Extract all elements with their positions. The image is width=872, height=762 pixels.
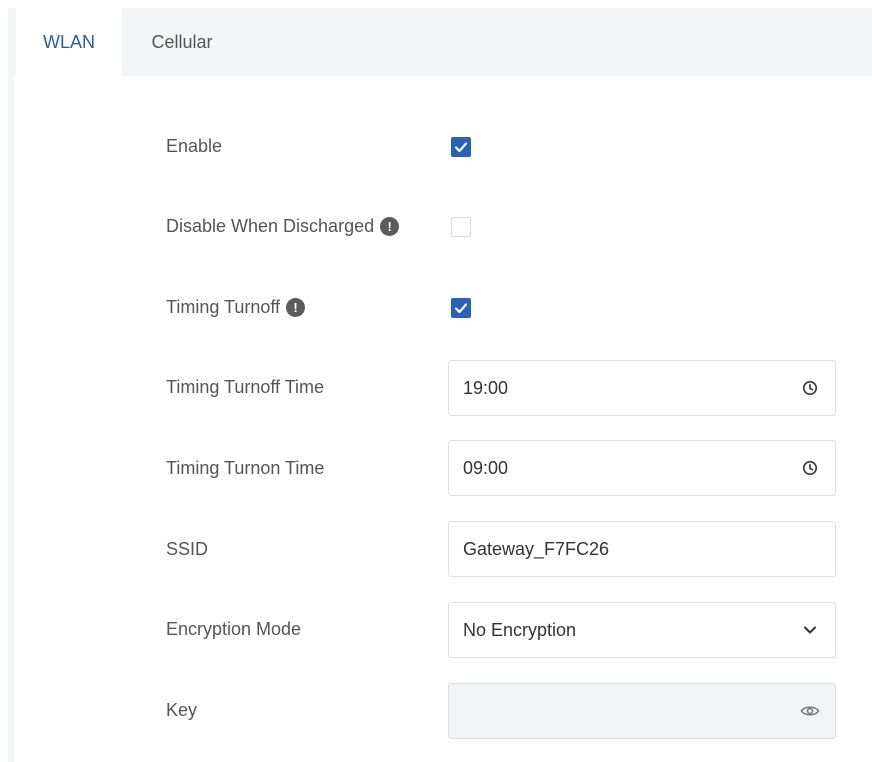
settings-panel: WLAN Cellular Enable Disable When Discha… [8, 8, 872, 762]
ssid-label: SSID [166, 537, 208, 561]
check-icon [454, 142, 468, 153]
key-label: Key [166, 698, 197, 722]
tab-wlan-label: WLAN [42, 31, 95, 52]
timing-turnoff-time-label: Timing Turnoff Time [166, 375, 324, 399]
clock-icon[interactable] [799, 377, 821, 399]
eye-icon[interactable] [799, 700, 821, 722]
timing-turnon-time-label: Timing Turnon Time [166, 456, 324, 480]
timing-turnon-time-value: 09:00 [463, 457, 509, 478]
encryption-mode-label: Encryption Mode [166, 617, 301, 641]
clock-icon[interactable] [799, 457, 821, 479]
key-label-text: Key [166, 699, 198, 720]
ssid-input[interactable]: Gateway_F7FC26 [448, 521, 836, 577]
timing-turnoff-label-text: Timing Turnoff [166, 296, 281, 317]
timing-turnoff-time-input[interactable]: 19:00 [448, 360, 836, 416]
info-icon[interactable]: ! [380, 216, 400, 236]
encryption-mode-select[interactable]: No Encryption [448, 602, 836, 658]
disable-when-discharged-checkbox[interactable] [451, 217, 471, 237]
enable-label: Enable [166, 134, 222, 158]
timing-turnoff-label: Timing Turnoff ! [166, 295, 306, 319]
timing-turnoff-checkbox[interactable] [451, 298, 471, 318]
disable-when-discharged-label-text: Disable When Discharged [166, 215, 375, 236]
encryption-mode-value: No Encryption [463, 619, 577, 640]
tab-cellular-label: Cellular [151, 31, 213, 52]
timing-turnoff-time-value: 19:00 [463, 377, 509, 398]
tab-wlan[interactable]: WLAN [16, 8, 122, 76]
key-input[interactable] [448, 683, 836, 739]
timing-turnon-time-input[interactable]: 09:00 [448, 440, 836, 496]
timing-turnon-time-label-text: Timing Turnon Time [166, 457, 325, 478]
ssid-label-text: SSID [166, 538, 209, 559]
tab-cellular[interactable]: Cellular [122, 8, 242, 76]
info-icon[interactable]: ! [286, 297, 306, 317]
disable-when-discharged-label: Disable When Discharged ! [166, 214, 400, 238]
tab-bar: WLAN Cellular [8, 8, 872, 76]
chevron-down-icon[interactable] [799, 619, 821, 641]
encryption-mode-label-text: Encryption Mode [166, 618, 302, 639]
panel-left-border [8, 76, 14, 762]
check-icon [454, 303, 468, 314]
enable-checkbox[interactable] [451, 137, 471, 157]
ssid-value: Gateway_F7FC26 [463, 538, 610, 559]
timing-turnoff-time-label-text: Timing Turnoff Time [166, 376, 325, 397]
enable-label-text: Enable [166, 135, 223, 156]
